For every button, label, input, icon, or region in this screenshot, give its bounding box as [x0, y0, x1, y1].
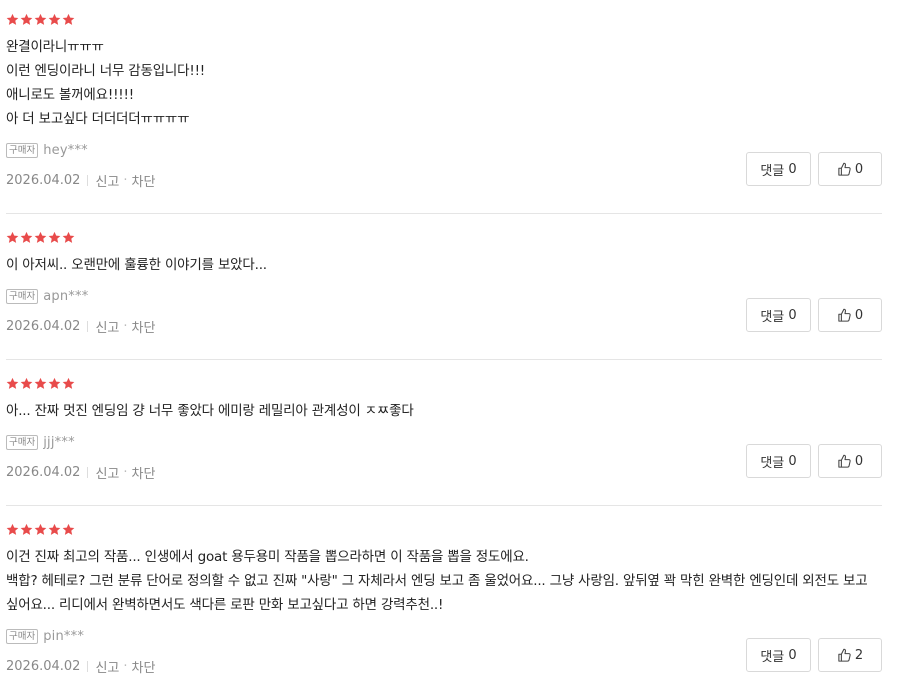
star-icon	[20, 523, 33, 535]
separator-dot: ·	[123, 658, 128, 674]
review-line: 백합? 헤테로? 그런 분류 단어로 정의할 수 없고 진짜 "사랑" 그 자체…	[6, 573, 868, 613]
comment-label: 댓글	[760, 163, 785, 179]
star-icon	[48, 231, 61, 243]
star-icon	[62, 13, 75, 25]
reviewer-name: apn***	[43, 288, 89, 304]
review-text: 완결이라니ㅠㅠㅠ 이런 엔딩이라니 너무 감동입니다!!! 애니로도 볼꺼에요!…	[6, 35, 882, 131]
star-icon	[34, 231, 47, 243]
thumbs-up-icon	[838, 454, 851, 468]
divider	[87, 660, 89, 672]
review-line: 애니로도 볼꺼에요!!!!!	[6, 87, 134, 103]
star-icon	[62, 523, 75, 535]
star-icon	[6, 231, 19, 243]
reviewer-name: jjj***	[43, 434, 75, 450]
comment-count: 0	[788, 307, 797, 323]
comment-label: 댓글	[760, 649, 785, 665]
review-item: 아... 잔짜 멋진 엔딩임 걍 너무 좋았다 에미랑 레밀리아 관계성이 ㅈㅉ…	[6, 376, 882, 482]
comment-button[interactable]: 댓글 0	[746, 444, 811, 478]
comment-count: 0	[788, 453, 797, 469]
review-date: 2026.04.02	[6, 464, 81, 480]
star-icon	[62, 231, 75, 243]
review-divider	[6, 359, 882, 360]
star-icon	[6, 523, 19, 535]
review-item: 이 아저씨.. 오랜만에 훌륭한 이야기를 보았다... 구매자 apn*** …	[6, 230, 882, 336]
comment-button[interactable]: 댓글 0	[746, 152, 811, 186]
like-count: 0	[854, 161, 864, 177]
star-icon	[34, 377, 47, 389]
review-line: 이건 진짜 최고의 작품... 인생에서 goat 용두용미 작품을 뽑으라하면…	[6, 549, 529, 565]
block-link[interactable]: 차단	[132, 171, 156, 190]
star-icon	[48, 377, 61, 389]
review-actions: 댓글 0 0	[746, 152, 882, 186]
comment-label: 댓글	[760, 455, 785, 471]
like-button[interactable]: 0	[818, 444, 882, 478]
comment-count: 0	[788, 647, 797, 663]
review-divider	[6, 213, 882, 214]
review-actions: 댓글 0 0	[746, 298, 882, 332]
star-icon	[6, 13, 19, 25]
separator-dot: ·	[123, 172, 128, 188]
review-line: 이런 엔딩이라니 너무 감동입니다!!!	[6, 63, 205, 79]
buyer-badge: 구매자	[6, 434, 39, 450]
thumbs-up-icon	[838, 308, 851, 322]
block-link[interactable]: 차단	[132, 317, 156, 336]
review-text: 이건 진짜 최고의 작품... 인생에서 goat 용두용미 작품을 뽑으라하면…	[6, 545, 882, 617]
star-rating	[6, 522, 882, 536]
star-icon	[20, 377, 33, 389]
like-button[interactable]: 0	[818, 152, 882, 186]
review-line: 이 아저씨.. 오랜만에 훌륭한 이야기를 보았다...	[6, 257, 267, 273]
like-button[interactable]: 2	[818, 638, 882, 672]
review-actions: 댓글 0 2	[746, 638, 882, 672]
like-count: 2	[854, 647, 864, 663]
review-date: 2026.04.02	[6, 172, 81, 188]
star-icon	[62, 377, 75, 389]
buyer-badge: 구매자	[6, 288, 39, 304]
review-line: 완결이라니ㅠㅠㅠ	[6, 39, 104, 55]
review-actions: 댓글 0 0	[746, 444, 882, 478]
divider	[87, 320, 89, 332]
thumbs-up-icon	[838, 648, 851, 662]
comment-count: 0	[788, 161, 797, 177]
comment-button[interactable]: 댓글 0	[746, 298, 811, 332]
separator-dot: ·	[123, 464, 128, 480]
review-date: 2026.04.02	[6, 658, 81, 674]
separator-dot: ·	[123, 318, 128, 334]
buyer-badge: 구매자	[6, 628, 39, 644]
thumbs-up-icon	[838, 162, 851, 176]
report-link[interactable]: 신고	[95, 657, 119, 676]
block-link[interactable]: 차단	[132, 657, 156, 676]
review-date: 2026.04.02	[6, 318, 81, 334]
star-icon	[20, 231, 33, 243]
reviewer-name: pin***	[43, 628, 85, 644]
divider	[87, 466, 89, 478]
review-item: 이건 진짜 최고의 작품... 인생에서 goat 용두용미 작품을 뽑으라하면…	[6, 522, 882, 676]
report-link[interactable]: 신고	[95, 317, 119, 336]
star-icon	[34, 13, 47, 25]
comment-label: 댓글	[760, 309, 785, 325]
like-button[interactable]: 0	[818, 298, 882, 332]
review-text: 이 아저씨.. 오랜만에 훌륭한 이야기를 보았다...	[6, 253, 882, 277]
reviewer-name: hey***	[43, 142, 88, 158]
star-icon	[6, 377, 19, 389]
comment-button[interactable]: 댓글 0	[746, 638, 811, 672]
review-line: 아 더 보고싶다 더더더더ㅠㅠㅠㅠ	[6, 111, 190, 127]
like-count: 0	[854, 453, 864, 469]
star-icon	[48, 523, 61, 535]
star-rating	[6, 230, 882, 244]
star-icon	[48, 13, 61, 25]
review-item: 완결이라니ㅠㅠㅠ 이런 엔딩이라니 너무 감동입니다!!! 애니로도 볼꺼에요!…	[6, 12, 882, 190]
star-rating	[6, 12, 882, 26]
review-text: 아... 잔짜 멋진 엔딩임 걍 너무 좋았다 에미랑 레밀리아 관계성이 ㅈㅉ…	[6, 399, 882, 423]
report-link[interactable]: 신고	[95, 171, 119, 190]
divider	[87, 174, 89, 186]
star-icon	[34, 523, 47, 535]
review-divider	[6, 505, 882, 506]
star-icon	[20, 13, 33, 25]
like-count: 0	[854, 307, 864, 323]
buyer-badge: 구매자	[6, 142, 39, 158]
review-line: 아... 잔짜 멋진 엔딩임 걍 너무 좋았다 에미랑 레밀리아 관계성이 ㅈㅉ…	[6, 403, 414, 419]
star-rating	[6, 376, 882, 390]
block-link[interactable]: 차단	[132, 463, 156, 482]
report-link[interactable]: 신고	[95, 463, 119, 482]
